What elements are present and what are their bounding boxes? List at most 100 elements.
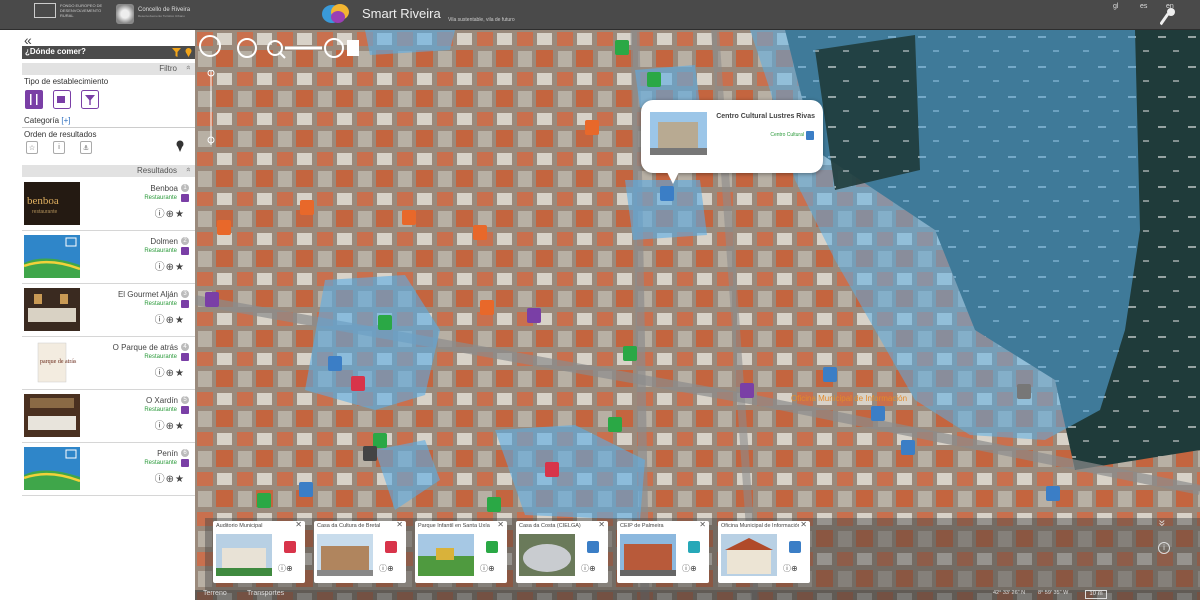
info-badge-icon	[789, 541, 801, 553]
sort-rating-button[interactable]: ☆	[26, 141, 38, 154]
card-close-button[interactable]: ✕	[598, 520, 605, 529]
result-item-el-gourmet[interactable]: El Gourmet Alján 3 Restaurante ⓘ⊕★	[22, 284, 195, 337]
card-photo	[317, 534, 373, 576]
restaurant-badge-icon	[181, 247, 189, 255]
card-close-button[interactable]: ✕	[396, 520, 403, 529]
results-section-header[interactable]: Resultados »	[22, 165, 195, 177]
result-type: Restaurante	[144, 301, 177, 307]
result-actions[interactable]: ⓘ⊕★	[155, 364, 185, 379]
result-name[interactable]: O Parque de atrás	[113, 343, 178, 352]
restaurant-badge-icon	[181, 406, 189, 414]
map-navigation-tools[interactable]	[197, 35, 367, 65]
result-number: 6	[181, 449, 189, 457]
card-actions[interactable]: ⓘ⊕	[278, 563, 293, 574]
result-name[interactable]: O Xardín	[146, 396, 178, 405]
result-item-o-xardin[interactable]: O Xardín 5 Restaurante ⓘ⊕★	[22, 390, 195, 443]
result-type: Restaurante	[144, 460, 177, 466]
restaurant-badge-icon	[181, 353, 189, 361]
park-badge-icon	[486, 541, 498, 553]
poi-card-ceip-palmeira[interactable]: CEIP de Palmeira ✕ ⓘ⊕	[617, 520, 709, 583]
popup-type: Centro Cultural	[770, 132, 804, 138]
card-close-button[interactable]: ✕	[295, 520, 302, 529]
poi-popup[interactable]: Centro Cultural Lustres Rivas Centro Cul…	[641, 100, 823, 173]
card-photo	[620, 534, 676, 576]
location-pin-icon[interactable]	[185, 48, 192, 57]
thumb-sub: restaurante	[32, 209, 58, 215]
card-actions[interactable]: ⓘ⊕	[783, 563, 798, 574]
result-number: 5	[181, 396, 189, 404]
card-close-button[interactable]: ✕	[699, 520, 706, 529]
eu-fund-text: FONDO EUROPEO DE DESENVOLVEMENTO RURAL	[60, 3, 103, 18]
filter-funnel-icon[interactable]	[172, 48, 181, 57]
result-name[interactable]: Dolmen	[150, 237, 178, 246]
result-actions[interactable]: ⓘ⊕★	[155, 311, 185, 326]
poi-card-oficina-informacion[interactable]: Oficina Municipal de Información ✕ ⓘ⊕	[718, 520, 810, 583]
card-title: Casa da Costa (CIELGA)	[519, 523, 581, 529]
concello-crest-logo	[116, 4, 134, 24]
result-thumbnail	[24, 288, 80, 331]
poi-card-auditorio[interactable]: Auditorio Municipal ✕ ⓘ⊕	[213, 520, 305, 583]
restaurant-badge-icon	[181, 459, 189, 467]
restaurant-icon[interactable]	[25, 90, 43, 109]
sort-anchor-button[interactable]: ⚓	[80, 141, 92, 154]
card-actions[interactable]: ⓘ⊕	[581, 563, 596, 574]
result-type: Restaurante	[144, 195, 177, 201]
filter-label: Filtro	[159, 64, 177, 73]
category-expand-link[interactable]: [+]	[61, 116, 70, 125]
card-title: CEIP de Palmeira	[620, 523, 664, 529]
map-scale: 10 m	[1085, 590, 1107, 599]
type-label: Tipo de establecimiento	[24, 77, 109, 86]
tab-transportes[interactable]: Transportes	[247, 590, 284, 597]
result-item-benboa[interactable]: benboa restaurante Benboa 1 Restaurante …	[22, 178, 195, 231]
lang-gl-link[interactable]: gl	[1113, 3, 1118, 10]
result-number: 1	[181, 184, 189, 192]
result-thumbnail	[24, 394, 80, 437]
concello-name: Concello de Riveira	[138, 7, 191, 13]
result-thumbnail	[24, 235, 80, 278]
poi-card-casa-cultura[interactable]: Casa da Cultura de Bretal ✕ ⓘ⊕	[314, 520, 406, 583]
result-actions[interactable]: ⓘ⊕★	[155, 470, 185, 485]
sort-info-button[interactable]: i	[53, 141, 65, 154]
card-actions[interactable]: ⓘ⊕	[480, 563, 495, 574]
result-thumbnail: benboa restaurante	[24, 182, 80, 225]
popup-photo	[650, 112, 707, 155]
result-actions[interactable]: ⓘ⊕★	[155, 258, 185, 273]
filter-chevron-icon: »	[183, 65, 193, 70]
card-actions[interactable]: ⓘ⊕	[682, 563, 697, 574]
app-header: FONDO EUROPEO DE DESENVOLVEMENTO RURAL C…	[0, 0, 1200, 30]
result-item-penin[interactable]: Penín 6 Restaurante ⓘ⊕★	[22, 443, 195, 496]
popup-tail	[667, 172, 679, 184]
result-number: 4	[181, 343, 189, 351]
result-item-parque-de-atras[interactable]: parque de atrás O Parque de atrás 4 Rest…	[22, 337, 195, 390]
cafe-icon[interactable]	[53, 90, 71, 109]
card-title: Parque Infantil en Santa Uxía	[418, 523, 490, 529]
result-name[interactable]: Penín	[157, 449, 178, 458]
card-close-button[interactable]: ✕	[800, 520, 807, 529]
zoom-slider[interactable]	[206, 70, 216, 145]
sort-distance-pin-icon[interactable]	[176, 140, 184, 152]
result-name[interactable]: El Gourmet Alján	[118, 290, 178, 299]
poi-card-casa-costa[interactable]: Casa da Costa (CIELGA) ✕ ⓘ⊕	[516, 520, 608, 583]
filter-section-header[interactable]: Filtro »	[22, 63, 195, 75]
card-actions[interactable]: ⓘ⊕	[379, 563, 394, 574]
result-actions[interactable]: ⓘ⊕★	[155, 417, 185, 432]
panel-title: ¿Dónde comer?	[25, 47, 86, 56]
card-close-button[interactable]: ✕	[497, 520, 504, 529]
collapse-strip-button[interactable]: »	[1155, 520, 1169, 527]
result-actions[interactable]: ⓘ⊕★	[155, 205, 185, 220]
bar-icon[interactable]	[81, 90, 99, 109]
popup-title: Centro Cultural Lustres Rivas	[716, 113, 815, 120]
tab-terreno[interactable]: Terreno	[203, 590, 227, 597]
strip-info-icon[interactable]: i	[1158, 542, 1170, 554]
longitude-readout: 8° 59' 35" W	[1038, 590, 1069, 596]
poi-card-parque-infantil[interactable]: Parque Infantil en Santa Uxía ✕ ⓘ⊕	[415, 520, 507, 583]
lang-es-link[interactable]: es	[1140, 3, 1147, 10]
result-thumbnail	[24, 447, 80, 490]
result-item-dolmen[interactable]: Dolmen 2 Restaurante ⓘ⊕★	[22, 231, 195, 284]
results-label: Resultados	[136, 166, 177, 175]
card-photo	[519, 534, 575, 576]
result-name[interactable]: Benboa	[150, 184, 178, 193]
culture-badge-icon	[587, 541, 599, 553]
result-type: Restaurante	[144, 354, 177, 360]
key-icon[interactable]	[1160, 7, 1176, 27]
